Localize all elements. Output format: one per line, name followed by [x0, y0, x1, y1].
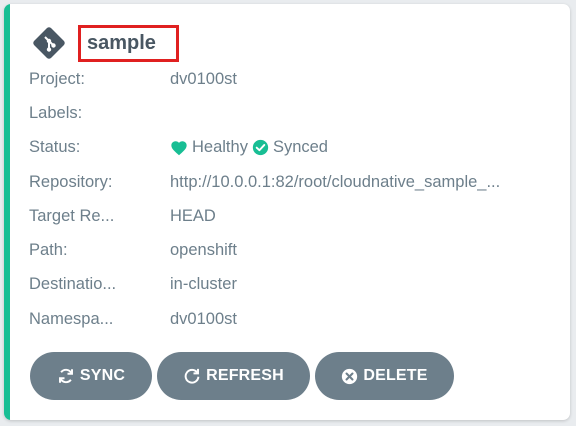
- target-revision-label: Target Re...: [29, 206, 115, 225]
- project-value: dv0100st: [170, 69, 237, 88]
- heart-icon: [171, 141, 187, 156]
- refresh-button-label: REFRESH: [206, 367, 284, 384]
- row-repository: Repository: http://10.0.0.1:82/root/clou…: [29, 165, 559, 199]
- application-card[interactable]: sample Project: dv0100st Labels: Status:…: [4, 4, 570, 420]
- close-circle-icon: [342, 368, 358, 384]
- path-value: openshift: [170, 241, 237, 260]
- row-labels: Labels:: [29, 96, 559, 130]
- namespace-value: dv0100st: [170, 309, 237, 328]
- refresh-button[interactable]: REFRESH: [157, 352, 310, 400]
- sync-icon: [58, 368, 73, 384]
- row-path: Path: openshift: [29, 233, 559, 267]
- row-target-revision: Target Re... HEAD: [29, 199, 559, 233]
- status-label: Status:: [29, 138, 81, 157]
- row-status: Status: Healthy Synced: [29, 131, 559, 165]
- path-label: Path:: [29, 241, 68, 260]
- app-details: Project: dv0100st Labels: Status: Health…: [29, 62, 559, 336]
- sync-status: Synced: [252, 138, 328, 157]
- action-buttons: SYNC REFRESH DELETE: [30, 352, 459, 400]
- sync-button-label: SYNC: [79, 367, 126, 384]
- app-title-highlight[interactable]: sample: [78, 24, 179, 62]
- row-destination: Destinatio... in-cluster: [29, 268, 559, 302]
- check-circle-icon: [252, 140, 269, 156]
- repository-value[interactable]: http://10.0.0.1:82/root/cloudnative_samp…: [170, 173, 559, 192]
- sync-status-text: Synced: [272, 138, 328, 157]
- sync-button[interactable]: SYNC: [30, 352, 152, 400]
- row-project: Project: dv0100st: [29, 62, 559, 96]
- destination-value: in-cluster: [170, 275, 237, 294]
- destination-label: Destinatio...: [29, 275, 117, 294]
- delete-button[interactable]: DELETE: [315, 352, 454, 400]
- card-header: sample: [30, 24, 179, 62]
- refresh-icon: [184, 368, 200, 384]
- health-status: Healthy: [170, 138, 248, 157]
- project-label: Project:: [29, 69, 85, 88]
- target-revision-value: HEAD: [170, 206, 216, 225]
- health-status-bar: [4, 4, 10, 420]
- namespace-label: Namespa...: [29, 309, 114, 328]
- labels-label: Labels:: [29, 103, 83, 122]
- repository-label: Repository:: [29, 172, 113, 191]
- delete-button-label: DELETE: [363, 367, 428, 384]
- status-value: Healthy Synced: [170, 138, 559, 157]
- health-status-text: Healthy: [192, 138, 248, 157]
- app-title[interactable]: sample: [87, 32, 156, 55]
- row-namespace: Namespa... dv0100st: [29, 302, 559, 336]
- git-icon: [30, 24, 68, 62]
